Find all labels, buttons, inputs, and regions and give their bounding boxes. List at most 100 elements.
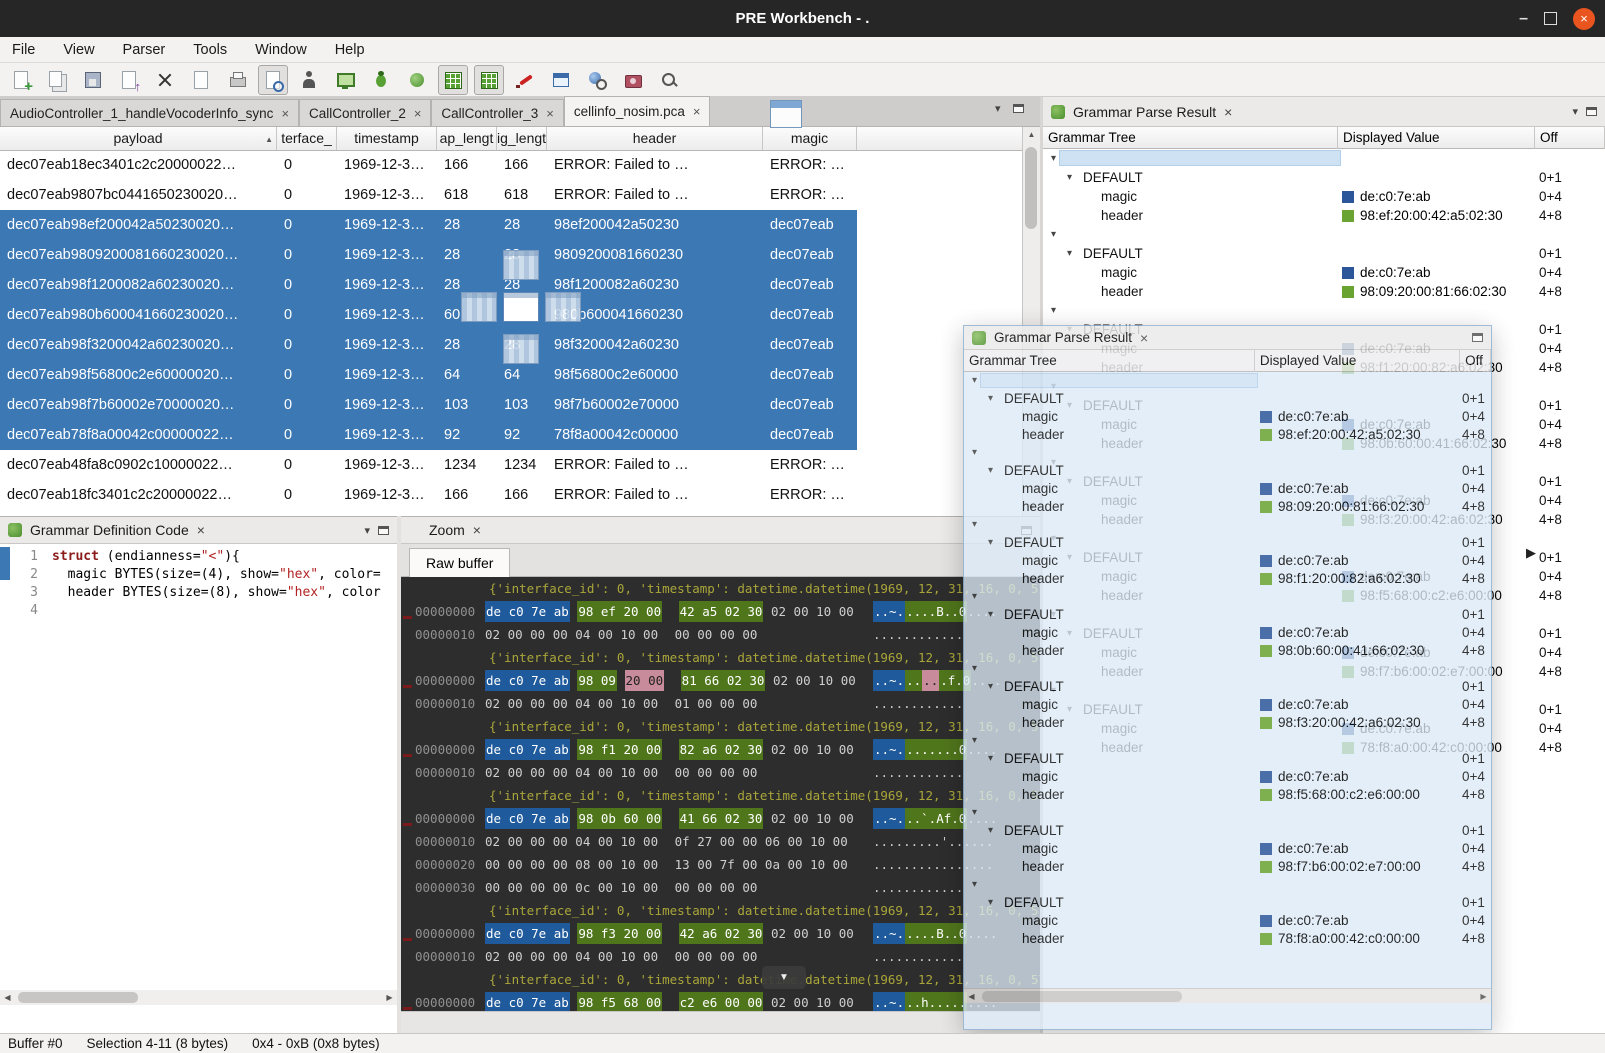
tree-header-row[interactable]: header78:f8:a0:00:42:c0:00:004+8: [964, 930, 1491, 948]
packet-row[interactable]: dec07eab98f7b60002e70000020…01969-12-3…1…: [0, 390, 1022, 420]
maximize-button[interactable]: [1544, 12, 1557, 25]
dock-window-icon[interactable]: [1472, 333, 1483, 342]
screenshot-icon[interactable]: [330, 65, 360, 95]
tree-magic-row[interactable]: magicde:c0:7e:ab0+4: [964, 480, 1491, 498]
cut-icon[interactable]: [150, 65, 180, 95]
scroll-right-icon[interactable]: ▶: [1476, 989, 1491, 1004]
column-header-displayed-value[interactable]: Displayed Value: [1255, 350, 1460, 372]
panel-menu-icon[interactable]: ▾: [364, 524, 370, 537]
floating-hscrollbar[interactable]: ◀ ▶: [964, 988, 1491, 1003]
tree-packet-node[interactable]: ▾: [964, 444, 1491, 462]
tree-magic-row[interactable]: magicde:c0:7e:ab0+4: [964, 624, 1491, 642]
column-header-magic[interactable]: magic: [763, 127, 857, 150]
print-icon[interactable]: [222, 65, 252, 95]
tree-magic-row[interactable]: magicde:c0:7e:ab0+4: [964, 840, 1491, 858]
tree-magic-row[interactable]: magicde:c0:7e:ab0+4: [1043, 263, 1605, 282]
hscrollbar-thumb[interactable]: [18, 992, 138, 1003]
hex-line[interactable]: 0000001002 00 00 00 04 00 10 00 0f 27 00…: [401, 830, 1040, 853]
menu-parser[interactable]: Parser: [121, 42, 168, 58]
tree-default-node[interactable]: ▾DEFAULT0+1: [964, 678, 1491, 696]
dock-target-left[interactable]: [461, 292, 497, 322]
packet-row[interactable]: dec07eab9807bc0441650230020…01969-12-3…6…: [0, 180, 1022, 210]
column-header-payload[interactable]: payload▲: [0, 127, 277, 150]
tree-magic-row[interactable]: magicde:c0:7e:ab0+4: [964, 408, 1491, 426]
packet-row[interactable]: dec07eab98ef200042a50230020…01969-12-3…2…: [0, 210, 1022, 240]
camera-icon[interactable]: [618, 65, 648, 95]
save-icon[interactable]: [78, 65, 108, 95]
tab-cellinfo_nosim.pca[interactable]: cellinfo_nosim.pca×: [564, 96, 711, 126]
float-panel-icon[interactable]: [378, 526, 389, 535]
close-panel-icon[interactable]: ×: [197, 522, 205, 538]
column-header-grammar-tree[interactable]: Grammar Tree: [964, 350, 1255, 372]
dock-target-top[interactable]: [503, 250, 539, 280]
column-header-ap_lengt[interactable]: ap_lengt: [437, 127, 497, 150]
hex-view[interactable]: {'interface_id': 0, 'timestamp': datetim…: [401, 577, 1040, 1011]
floating-window-titlebar[interactable]: Grammar Parse Result ×: [964, 326, 1491, 350]
tree-packet-node[interactable]: ▾: [964, 804, 1491, 822]
tree-magic-row[interactable]: magicde:c0:7e:ab0+4: [1043, 187, 1605, 206]
column-header-off[interactable]: Off: [1460, 350, 1491, 372]
packet-row[interactable]: dec07eab18fc3401c2c20000022…01969-12-3…1…: [0, 480, 1022, 510]
code-line[interactable]: header BYTES(size=(8), show="hex", color: [52, 584, 397, 602]
minimize-button[interactable]: –: [1519, 14, 1528, 24]
world-icon[interactable]: [402, 65, 432, 95]
titlebar[interactable]: PRE Workbench - . – ×: [0, 0, 1605, 37]
menu-window[interactable]: Window: [253, 42, 309, 58]
tab-AudioController_1_handleVocoderInfo_sync[interactable]: AudioController_1_handleVocoderInfo_sync…: [0, 99, 299, 126]
hex-line[interactable]: 0000001002 00 00 00 04 00 10 00 00 00 00…: [401, 945, 1040, 968]
hex-line[interactable]: 00000000de c0 7e ab 98 ef 20 00 42 a5 02…: [401, 600, 1040, 623]
tree-default-node[interactable]: ▾DEFAULT0+1: [964, 606, 1491, 624]
column-header-ig_lengt[interactable]: ig_lengt: [497, 127, 547, 150]
tree-packet-node[interactable]: ▾: [964, 732, 1491, 750]
tab-close-icon[interactable]: ×: [414, 106, 422, 121]
tree-magic-row[interactable]: magicde:c0:7e:ab0+4: [964, 768, 1491, 786]
tree-packet-node[interactable]: ▾: [1043, 301, 1605, 320]
tree-magic-row[interactable]: magicde:c0:7e:ab0+4: [964, 552, 1491, 570]
scroll-left-icon[interactable]: ◀: [964, 989, 979, 1004]
hex-line[interactable]: 0000002000 00 00 00 08 00 10 00 13 00 7f…: [401, 853, 1040, 876]
dock-target-center[interactable]: [503, 292, 539, 322]
column-header-grammar-tree[interactable]: Grammar Tree: [1043, 127, 1338, 149]
tree-header-row[interactable]: header98:09:20:00:81:66:02:304+8: [964, 498, 1491, 516]
hex-line[interactable]: 0000003000 00 00 00 0c 00 10 00 00 00 00…: [401, 876, 1040, 899]
tree-default-node[interactable]: ▾DEFAULT0+1: [964, 894, 1491, 912]
tab-list-dropdown-icon[interactable]: ▾: [995, 102, 1001, 115]
tree-default-node[interactable]: ▾DEFAULT0+1: [964, 390, 1491, 408]
tree-default-node[interactable]: ▾DEFAULT0+1: [964, 534, 1491, 552]
new-document-icon[interactable]: [6, 65, 36, 95]
tree-packet-node[interactable]: ▾: [964, 876, 1491, 894]
preview-icon[interactable]: [258, 65, 288, 95]
tree-packet-node[interactable]: ▾: [964, 660, 1491, 678]
tab-close-icon[interactable]: ×: [693, 104, 701, 119]
tree-header-row[interactable]: header98:ef:20:00:42:a5:02:304+8: [964, 426, 1491, 444]
tree-magic-row[interactable]: magicde:c0:7e:ab0+4: [964, 912, 1491, 930]
tree-packet-node[interactable]: ▾: [964, 372, 1491, 390]
menu-file[interactable]: File: [10, 42, 37, 58]
dock-target-right[interactable]: [545, 292, 581, 322]
column-header-off[interactable]: Off: [1535, 127, 1605, 149]
tree-default-node[interactable]: ▾DEFAULT0+1: [964, 750, 1491, 768]
hex-line[interactable]: 0000001002 00 00 00 04 00 10 00 00 00 00…: [401, 623, 1040, 646]
code-line[interactable]: [52, 602, 397, 620]
hex-line[interactable]: 00000000de c0 7e ab 98 0b 60 00 41 66 02…: [401, 807, 1040, 830]
debug-icon[interactable]: [366, 65, 396, 95]
tab-CallController_3[interactable]: CallController_3×: [431, 99, 563, 126]
code-hscrollbar[interactable]: ◀ ▶: [0, 990, 397, 1005]
paste-icon[interactable]: [186, 65, 216, 95]
code-editor[interactable]: 1234 struct (endianness="<"){ magic BYTE…: [0, 544, 397, 1033]
tree-packet-node[interactable]: ▾: [1043, 225, 1605, 244]
tab-CallController_2[interactable]: CallController_2×: [299, 99, 431, 126]
hex-line[interactable]: 0000001002 00 00 00 04 00 10 00 00 00 00…: [401, 761, 1040, 784]
code-line[interactable]: struct (endianness="<"){: [52, 548, 397, 566]
copy-icon[interactable]: [42, 65, 72, 95]
close-button[interactable]: ×: [1573, 8, 1595, 30]
tree-magic-row[interactable]: magicde:c0:7e:ab0+4: [964, 696, 1491, 714]
scrollbar-thumb[interactable]: [1025, 147, 1037, 229]
scroll-left-icon[interactable]: ◀: [0, 990, 15, 1005]
column-header-displayed-value[interactable]: Displayed Value: [1338, 127, 1535, 149]
close-window-icon[interactable]: ×: [1140, 330, 1148, 346]
column-header-timestamp[interactable]: timestamp: [337, 127, 437, 150]
close-panel-icon[interactable]: ×: [1224, 104, 1232, 120]
menu-help[interactable]: Help: [333, 42, 367, 58]
floating-tree-body[interactable]: ▾▾DEFAULT0+1magicde:c0:7e:ab0+4header98:…: [964, 372, 1491, 986]
